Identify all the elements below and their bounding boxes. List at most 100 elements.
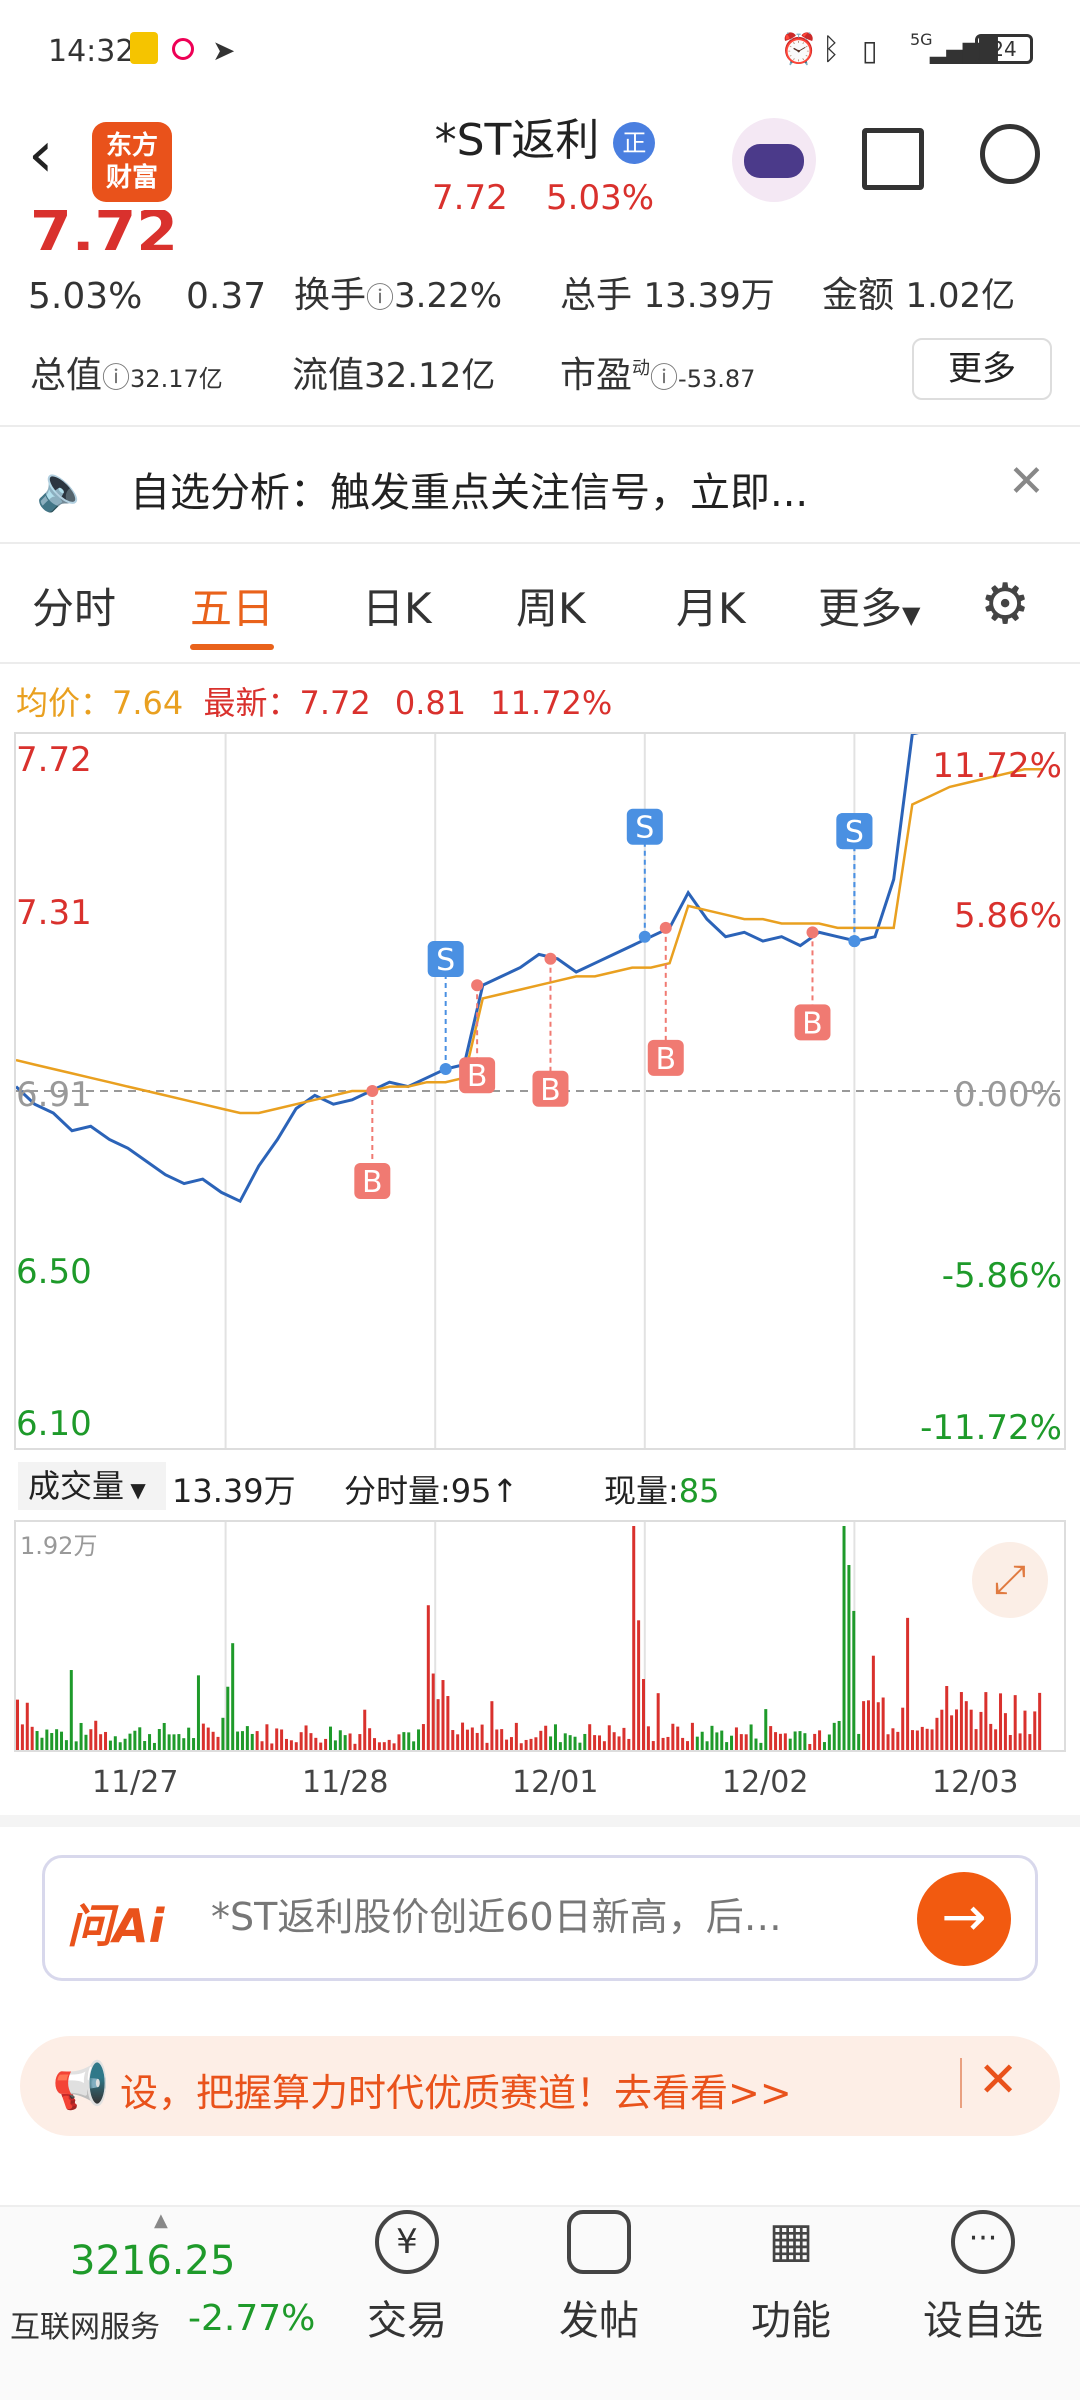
turnover-stat: 换手ⓘ3.22% [294,266,502,318]
volume-bar [857,1733,861,1750]
signal-dot [638,930,651,943]
chevron-up-icon[interactable]: ▲ [154,2210,168,2231]
settings-gear-icon[interactable]: ⚙ [980,572,1030,637]
volume-bar [314,1737,318,1750]
volume-bar [910,1730,914,1750]
tab-more[interactable]: 更多▼ [818,575,920,636]
volume-bar [622,1727,626,1750]
volume-chart[interactable]: 1.92万 ⤢ [14,1520,1066,1752]
volume-bar [426,1605,430,1750]
volume-bar [891,1728,895,1750]
volume-bar [167,1734,171,1750]
volume-bar [984,1692,988,1750]
volume-bar [294,1742,298,1750]
volume-bar [329,1726,333,1750]
volume-bar [485,1742,489,1750]
yen-icon: ¥ [375,2210,439,2274]
volume-bar [1013,1695,1017,1750]
nav-trade[interactable]: ¥ 交易 [322,2210,492,2346]
volume-bar [289,1740,293,1750]
volume-bar [901,1707,905,1750]
tab-fenshi[interactable]: 分时 [32,575,116,636]
info-icon[interactable]: ⓘ [102,361,130,394]
tab-wuri[interactable]: 五日 [190,575,274,636]
nav-add-watch[interactable]: ··· 设自选 [898,2210,1068,2346]
volume-bar [1018,1733,1022,1750]
volume-bar [1033,1711,1037,1750]
volume-bar [544,1725,548,1750]
nav-functions[interactable]: ▦ 功能 [706,2210,876,2346]
arrow-right-icon[interactable]: → [917,1872,1011,1966]
price-chart[interactable]: BSBBSBBSS [14,732,1066,1450]
close-icon[interactable]: ✕ [1008,456,1045,507]
volume-bar [431,1673,435,1750]
volume-bar [284,1738,288,1750]
volume-bar [519,1743,523,1750]
index-value[interactable]: 3216.25 [70,2238,235,2284]
close-icon[interactable]: ✕ [978,2052,1018,2108]
pe-label: 市盈 [560,355,633,396]
promo-banner[interactable]: 📢 设，把握算力时代优质赛道！去看看>> ✕ [20,2036,1060,2136]
notice-text[interactable]: 自选分析：触发重点关注信号，立即... [130,460,808,518]
stock-name: *ST返利 [434,115,600,166]
volume-bar [690,1722,694,1750]
volume-bar [461,1722,465,1750]
now-value: 85 [678,1472,720,1510]
volume-bar [578,1742,582,1750]
volume-bar [710,1725,714,1750]
ai-question-card[interactable]: 问Ai *ST返利股价创近60日新高，后… → [42,1855,1038,1981]
volume-bar [686,1741,690,1750]
float-mv-label: 流值 [292,355,365,396]
latest-change: 0.81 [394,684,467,722]
info-icon[interactable]: ⓘ [366,281,394,314]
float-mv-stat: 流值32.12亿 [292,346,495,398]
tab-day-k[interactable]: 日K [362,575,432,636]
volume-bar [373,1738,377,1750]
volume-bar [778,1733,782,1750]
volume-dropdown[interactable]: 成交量 ▼ [18,1462,166,1510]
robot-assistant-icon[interactable] [732,118,816,202]
volume-bar [573,1736,577,1750]
volume-bar [280,1729,284,1750]
volume-bar [656,1693,660,1750]
back-icon[interactable]: ‹ [28,118,54,192]
volume-label: 成交量 [28,1467,125,1505]
bluetooth-icon: ᛒ [822,32,840,67]
app-notification-icon [130,32,158,64]
volume-bar [480,1724,484,1750]
volume-bar [363,1709,367,1750]
volume-bar [255,1731,259,1750]
fenshi-value: 95 [450,1472,492,1510]
signal-label: S [436,943,455,978]
volume-bar [940,1709,944,1750]
volume-bar [260,1741,264,1750]
volume-bar [231,1643,235,1750]
divider [0,542,1080,544]
volume-bar [465,1729,469,1750]
tab-month-k[interactable]: 月K [676,575,746,636]
volume-bar [192,1738,196,1750]
volume-bar [720,1730,724,1750]
volume-bar [705,1741,709,1750]
right-tick: 5.86% [953,896,1062,936]
volume-bar [421,1724,425,1750]
volume-bar [177,1734,181,1750]
volume-bar [989,1723,993,1750]
nav-post[interactable]: 发帖 [514,2210,684,2346]
info-icon[interactable]: ⓘ [650,361,678,394]
share-icon[interactable] [862,128,924,190]
expand-icon[interactable]: ⤢ [972,1542,1048,1618]
stock-title: *ST返利 正 [420,104,670,168]
volume-bar [333,1740,337,1750]
more-button[interactable]: 更多 [912,338,1052,400]
volume-bar [64,1740,68,1750]
volume-bar [216,1736,220,1750]
volume-chart-svg [16,1522,1042,1750]
change-pct: 5.03% [28,276,143,317]
volume-bar [60,1731,64,1750]
signal-label: B [540,1073,561,1108]
tab-week-k[interactable]: 周K [516,575,586,636]
volume-bar [744,1734,748,1750]
search-icon[interactable] [980,124,1040,184]
status-bar: 14:32 ➤ ⏰ ᛒ ▯ 5G ▂▄▆█ 24 [0,0,1080,100]
